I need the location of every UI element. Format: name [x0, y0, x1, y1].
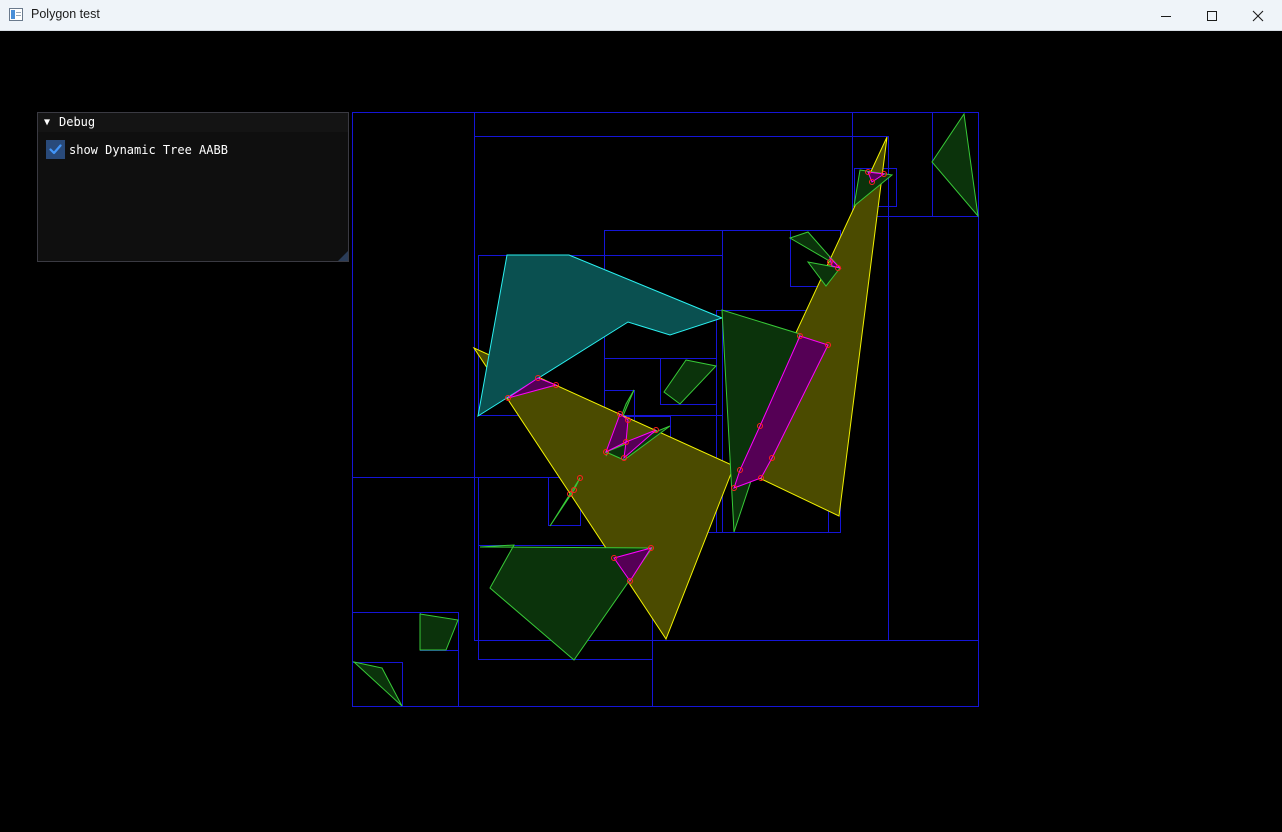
green-triangle-top-right — [931, 112, 979, 218]
app-window: Polygon test ▼ Debug show Dynamic Tree A… — [0, 0, 1282, 832]
app-icon — [9, 8, 23, 21]
close-button[interactable] — [1235, 0, 1281, 31]
maximize-icon — [1207, 10, 1217, 21]
close-icon — [1252, 10, 1264, 21]
debug-panel-title: Debug — [59, 115, 96, 129]
show-aabb-checkbox[interactable] — [46, 140, 65, 159]
show-aabb-label[interactable]: show Dynamic Tree AABB — [69, 143, 228, 157]
debug-panel[interactable]: ▼ Debug show Dynamic Tree AABB — [37, 112, 349, 262]
window-title: Polygon test — [31, 7, 100, 21]
debug-panel-header[interactable]: ▼ Debug — [38, 113, 348, 132]
title-bar[interactable]: Polygon test — [0, 0, 1282, 31]
minimize-button[interactable] — [1143, 0, 1189, 31]
checkmark-icon — [49, 144, 62, 155]
resize-grip-icon[interactable] — [338, 251, 348, 261]
triangle-down-icon[interactable]: ▼ — [44, 113, 50, 132]
green-shard — [419, 613, 459, 651]
green-bowtie — [663, 359, 717, 405]
green-shard — [352, 661, 403, 707]
show-aabb-option[interactable]: show Dynamic Tree AABB — [46, 140, 228, 159]
minimize-icon — [1161, 15, 1171, 17]
maximize-button[interactable] — [1189, 0, 1235, 31]
